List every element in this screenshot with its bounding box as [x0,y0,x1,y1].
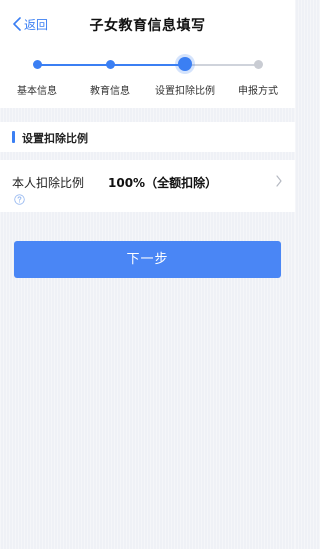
step-4-dot [254,60,263,69]
progress-stepper: 基本信息 教育信息 设置扣除比例 申报方式 [0,48,295,108]
step-4-label: 申报方式 [238,86,278,97]
page-title: 子女教育信息填写 [89,18,206,34]
chevron-right-icon [276,175,282,187]
nav-header: 返回 子女教育信息填写 [0,0,295,48]
stepper-track-todo [185,64,259,66]
next-step-button[interactable]: 下一步 [14,241,281,278]
step-3-label: 设置扣除比例 [155,86,215,97]
step-2-label: 教育信息 [90,86,130,97]
deduction-ratio-value: 100%（全额扣除） [108,176,218,190]
section-title: 设置扣除比例 [22,132,88,145]
deduction-ratio-row[interactable]: 本人扣除比例 100%（全额扣除） [0,160,295,212]
step-1-label: 基本信息 [17,86,57,97]
section-accent-bar [12,131,15,143]
step-2-dot [106,60,115,69]
section-header: 设置扣除比例 [0,122,295,152]
step-3-dot [178,57,192,71]
question-circle-icon[interactable] [14,194,25,205]
step-1-dot [33,60,42,69]
deduction-ratio-label: 本人扣除比例 [12,176,85,190]
